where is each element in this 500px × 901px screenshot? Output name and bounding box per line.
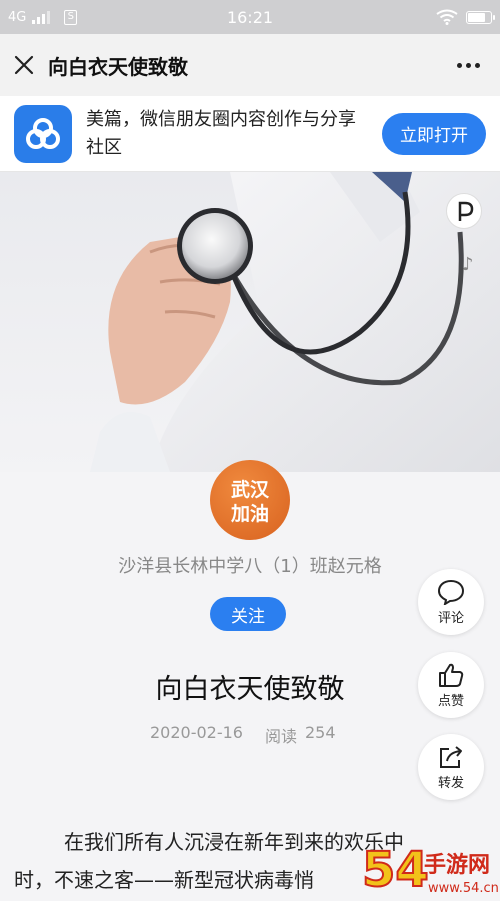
watermark-logo: 54 手游网 www.54.cn [360,836,500,901]
banner-text: 美篇，微信朋友圈内容创作与分享社区 [86,108,356,158]
article-meta: 2020-02-16 阅读 254 [150,723,336,747]
svg-text:手游网: 手游网 [424,852,490,878]
battery-level [468,12,485,22]
nav-bar: 向白衣天使致敬 [0,34,500,96]
like-label: 点赞 [437,693,464,709]
comment-label: 评论 [437,610,464,626]
nav-title: 向白衣天使致敬 [48,54,188,79]
avatar-label: 武汉 [231,479,270,501]
status-time: 16:21 [226,8,274,27]
share-button[interactable]: 转发 [418,734,484,800]
svg-text:www.54.cn: www.54.cn [428,881,499,896]
publish-date: 2020-02-16 [150,723,243,742]
music-toggle-button[interactable] [446,193,482,229]
status-bar: 4G S 16:21 [0,0,500,34]
share-icon [440,745,462,768]
follow-button[interactable]: 关注 [210,597,286,631]
author-name[interactable]: 沙洋县长林中学八（1）班赵元格 [0,552,500,578]
meipian-logo-icon [14,104,72,163]
svg-text:54: 54 [362,842,429,898]
thumbs-up-icon [439,663,464,687]
avatar[interactable]: 武汉 加油 [210,460,290,540]
read-number: 254 [305,723,336,742]
comment-icon [437,579,465,605]
battery-icon [466,10,495,24]
close-icon[interactable] [12,53,36,77]
share-label: 转发 [437,775,464,791]
read-count: 阅读 254 [265,723,336,747]
music-note-icon: ♪ [462,254,474,275]
avatar-label-2: 加油 [230,503,269,525]
read-label: 阅读 [264,727,297,746]
open-app-button[interactable]: 立即打开 [382,112,486,155]
like-button[interactable]: 点赞 [418,652,484,718]
more-options-icon[interactable] [448,50,488,80]
comment-button[interactable]: 评论 [418,569,484,635]
app-banner: 美篇，微信朋友圈内容创作与分享社区 立即打开 [0,96,500,172]
hero-image [0,172,500,472]
